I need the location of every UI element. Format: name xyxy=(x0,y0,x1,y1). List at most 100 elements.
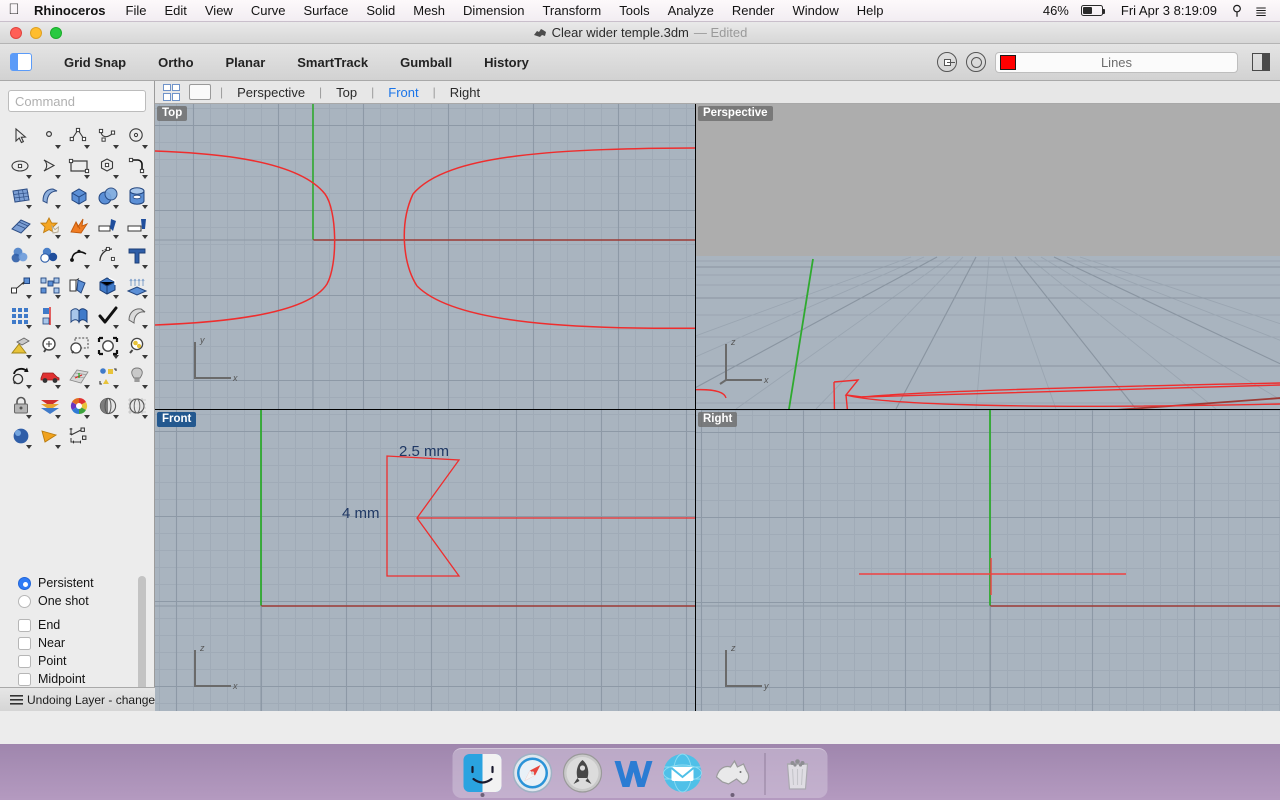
extrude-cap-icon[interactable] xyxy=(122,211,151,241)
menu-item-window[interactable]: Window xyxy=(783,0,847,22)
circle-icon[interactable] xyxy=(122,121,151,151)
offset-surface-icon[interactable] xyxy=(122,271,151,301)
menu-item-tools[interactable]: Tools xyxy=(610,0,658,22)
mirror-icon[interactable] xyxy=(35,301,64,331)
viewport-perspective-label[interactable]: Perspective xyxy=(698,106,773,121)
menu-item-render[interactable]: Render xyxy=(723,0,784,22)
single-viewport-layout-icon[interactable] xyxy=(189,84,211,100)
radio-one-shot[interactable] xyxy=(18,595,31,608)
mailbox-icon[interactable] xyxy=(661,751,705,795)
layer-color-swatch[interactable] xyxy=(1000,55,1016,70)
menubar-clock[interactable]: Fri Apr 3 8:19:09 xyxy=(1113,0,1225,22)
spotlight-search-icon[interactable]: ⚲ xyxy=(1225,2,1249,19)
viewport-top-label[interactable]: Top xyxy=(157,106,187,121)
menu-item-surface[interactable]: Surface xyxy=(295,0,358,22)
viewport-front[interactable]: Front 2.5 mm 4 mm zx xyxy=(155,410,695,711)
osnap-mode-persistent[interactable]: Persistent xyxy=(18,574,154,592)
toolbar-planar[interactable]: Planar xyxy=(210,55,282,70)
dimension-icon[interactable] xyxy=(64,421,93,451)
target-icon[interactable] xyxy=(966,52,986,72)
osnap-icon[interactable] xyxy=(937,52,957,72)
checkbox-midpoint[interactable] xyxy=(18,673,31,686)
extrude-surface-icon[interactable] xyxy=(35,181,64,211)
lock-icon[interactable] xyxy=(6,391,35,421)
check-icon[interactable] xyxy=(93,301,122,331)
menu-item-solid[interactable]: Solid xyxy=(357,0,404,22)
flow-icon[interactable] xyxy=(64,301,93,331)
arc-icon[interactable] xyxy=(35,151,64,181)
sphere-icon[interactable] xyxy=(93,181,122,211)
finder-icon[interactable] xyxy=(461,751,505,795)
grid-icon[interactable] xyxy=(64,361,93,391)
menu-item-curve[interactable]: Curve xyxy=(242,0,295,22)
osnap-midpoint[interactable]: Midpoint xyxy=(18,670,154,687)
radio-persistent[interactable] xyxy=(18,577,31,590)
viewport-front-label[interactable]: Front xyxy=(157,412,196,427)
toolbar-gumball[interactable]: Gumball xyxy=(384,55,468,70)
menu-item-analyze[interactable]: Analyze xyxy=(659,0,723,22)
color-wheel-icon[interactable] xyxy=(64,391,93,421)
cage-edit-icon[interactable] xyxy=(122,301,151,331)
box-edit-icon[interactable] xyxy=(93,271,122,301)
text-icon[interactable] xyxy=(122,241,151,271)
trash-icon[interactable] xyxy=(776,751,820,795)
menu-item-help[interactable]: Help xyxy=(848,0,893,22)
rectangle-icon[interactable] xyxy=(64,151,93,181)
cylinder-icon[interactable] xyxy=(122,181,151,211)
explode-icon[interactable] xyxy=(64,211,93,241)
surface-patch-icon[interactable] xyxy=(6,211,35,241)
toolbar-smarttrack[interactable]: SmartTrack xyxy=(281,55,384,70)
undo-view-icon[interactable] xyxy=(6,361,35,391)
rhinoceros-icon[interactable] xyxy=(711,751,755,795)
polyline-icon[interactable] xyxy=(64,121,93,151)
render-icon[interactable] xyxy=(6,421,35,451)
viewport-right[interactable]: Right zy xyxy=(696,410,1280,711)
osnap-scrollbar[interactable] xyxy=(138,576,146,687)
ghosted-view-icon[interactable] xyxy=(122,391,151,421)
select-arrow-icon[interactable] xyxy=(6,121,35,151)
menu-item-rhinoceros[interactable]: Rhinoceros xyxy=(28,0,117,22)
zoom-selected-icon[interactable] xyxy=(35,331,64,361)
viewport-tab-top[interactable]: Top xyxy=(323,85,370,100)
box-icon[interactable] xyxy=(64,181,93,211)
layout-icon[interactable] xyxy=(93,361,122,391)
light-bulb-icon[interactable] xyxy=(122,361,151,391)
array-icon[interactable] xyxy=(35,271,64,301)
spotlight-icon[interactable] xyxy=(35,421,64,451)
apple-logo-icon[interactable]:  xyxy=(0,2,28,19)
battery-icon[interactable] xyxy=(1081,5,1103,16)
checkbox-point[interactable] xyxy=(18,655,31,668)
toolbar-ortho[interactable]: Ortho xyxy=(142,55,209,70)
viewport-tab-front[interactable]: Front xyxy=(375,85,431,100)
osnap-near[interactable]: Near xyxy=(18,634,154,652)
curve-tools-icon[interactable] xyxy=(64,241,93,271)
layers-icon[interactable] xyxy=(35,391,64,421)
transform-move-icon[interactable] xyxy=(6,271,35,301)
paint-bucket-icon[interactable] xyxy=(6,331,35,361)
launchpad-icon[interactable] xyxy=(561,751,605,795)
curve-icon[interactable] xyxy=(93,121,122,151)
vehicle-icon[interactable] xyxy=(35,361,64,391)
sidebar-toggle[interactable] xyxy=(10,53,32,71)
menu-item-mesh[interactable]: Mesh xyxy=(404,0,454,22)
point-icon[interactable] xyxy=(35,121,64,151)
status-menu-icon[interactable] xyxy=(10,695,23,705)
zoom-extents-icon[interactable] xyxy=(93,331,122,361)
fillet-curve-icon[interactable] xyxy=(122,151,151,181)
viewport-tab-perspective[interactable]: Perspective xyxy=(224,85,318,100)
osnap-point[interactable]: Point xyxy=(18,652,154,670)
boolean-union-icon[interactable] xyxy=(35,211,64,241)
viewport-right-label[interactable]: Right xyxy=(698,412,737,427)
menu-item-view[interactable]: View xyxy=(196,0,242,22)
rectangular-array-icon[interactable] xyxy=(6,301,35,331)
toolbar-history[interactable]: History xyxy=(468,55,545,70)
toolbar-grid-snap[interactable]: Grid Snap xyxy=(48,55,142,70)
menu-item-file[interactable]: File xyxy=(117,0,156,22)
right-panel-toggle[interactable] xyxy=(1252,53,1270,71)
zoom-window-icon[interactable] xyxy=(64,331,93,361)
boolean-difference-icon[interactable] xyxy=(35,241,64,271)
battery-percent[interactable]: 46% xyxy=(1035,0,1077,22)
ellipse-icon[interactable] xyxy=(6,151,35,181)
osnap-mode-one-shot[interactable]: One shot xyxy=(18,592,154,610)
checkbox-near[interactable] xyxy=(18,637,31,650)
